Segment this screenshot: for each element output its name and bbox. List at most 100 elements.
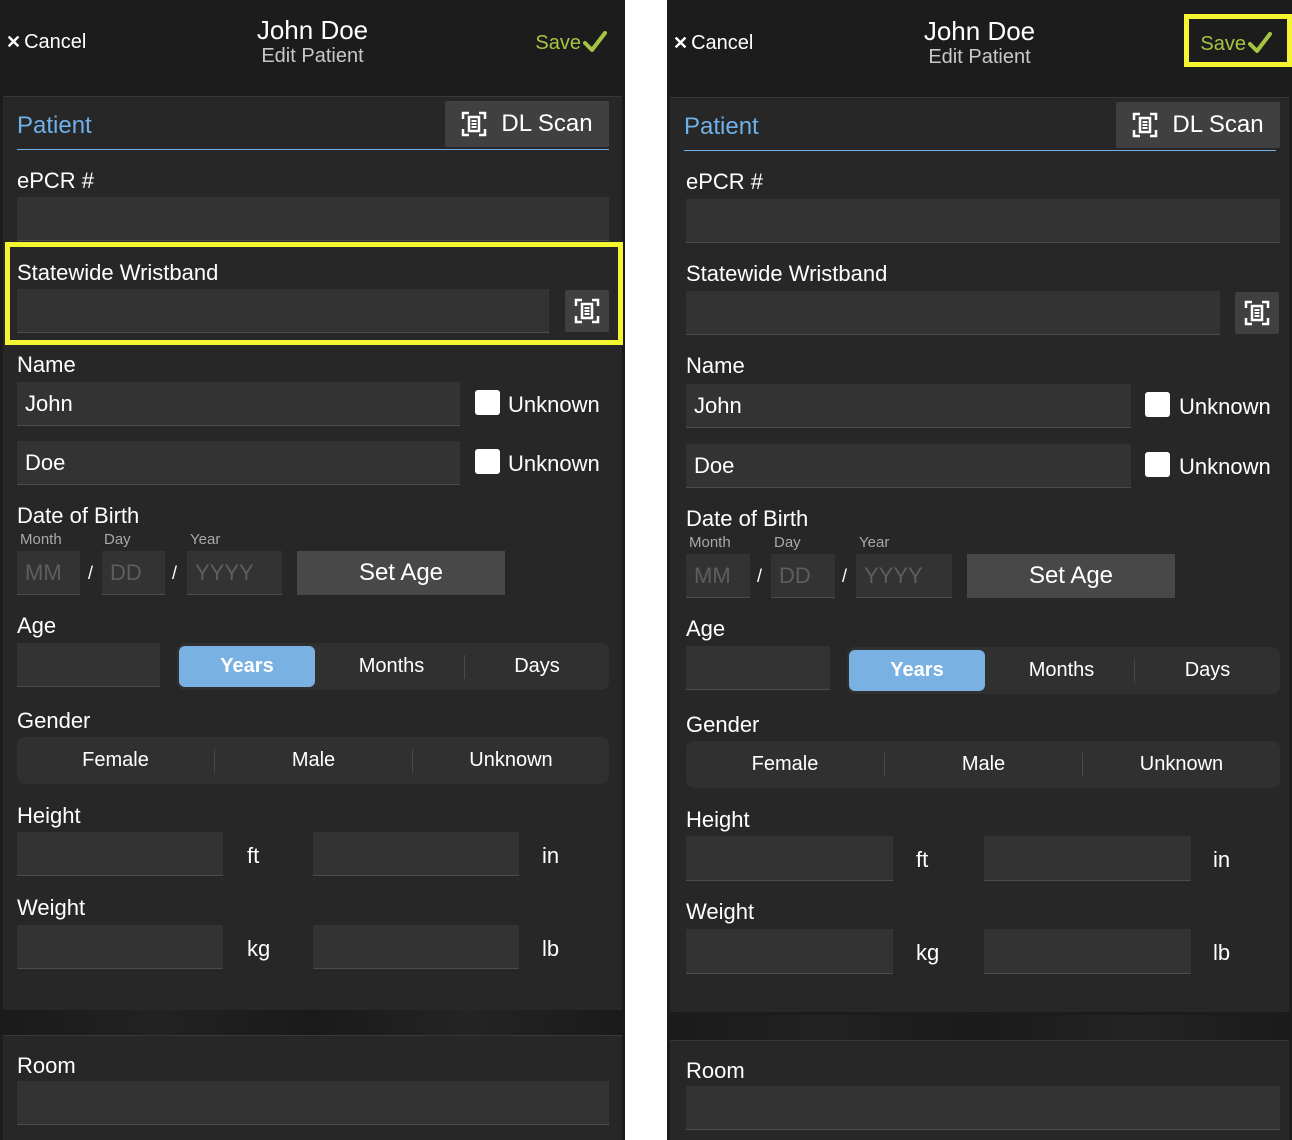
save-label: Save <box>1200 33 1246 55</box>
dob-day-label: Day <box>774 534 801 551</box>
gender-male[interactable]: Male <box>885 741 1082 788</box>
first-name-input[interactable]: John <box>17 382 460 426</box>
first-name-unknown-checkbox[interactable] <box>475 390 500 415</box>
first-name-input[interactable]: John <box>686 384 1131 428</box>
age-input[interactable] <box>686 646 830 690</box>
set-age-button[interactable]: Set Age <box>297 551 505 595</box>
age-unit-years[interactable]: Years <box>849 650 985 691</box>
weight-lb-unit: lb <box>542 936 560 961</box>
dob-day-input[interactable]: DD <box>102 551 165 595</box>
weight-kg-input[interactable] <box>686 929 893 974</box>
name-label: Name <box>17 352 76 377</box>
age-input[interactable] <box>17 643 160 687</box>
epcr-input[interactable] <box>686 199 1280 243</box>
dob-year-label: Year <box>190 531 221 548</box>
save-label: Save <box>535 32 581 54</box>
epcr-input[interactable] <box>17 197 609 241</box>
gender-segmented-control: Female Male Unknown <box>686 741 1280 788</box>
wristband-scan-button[interactable] <box>565 290 609 332</box>
height-label: Height <box>17 803 81 828</box>
height-ft-unit: ft <box>916 847 929 872</box>
dob-label: Date of Birth <box>686 506 809 531</box>
scan-icon <box>1244 300 1270 326</box>
last-name-unknown-checkbox[interactable] <box>475 449 500 474</box>
dl-scan-button[interactable]: DL Scan <box>445 101 609 147</box>
weight-label: Weight <box>686 899 755 924</box>
dob-month-placeholder: MM <box>25 559 62 585</box>
checkmark-icon <box>1248 32 1272 53</box>
save-button[interactable]: Save <box>535 31 607 55</box>
dob-year-label: Year <box>859 534 890 551</box>
last-name-input[interactable]: Doe <box>686 444 1131 488</box>
name-label: Name <box>686 353 745 378</box>
section-title: Patient <box>684 113 759 140</box>
epcr-label: ePCR # <box>17 168 95 193</box>
first-name-unknown-checkbox[interactable] <box>1145 392 1170 417</box>
last-name-value: Doe <box>694 452 735 478</box>
wristband-input[interactable] <box>17 289 549 333</box>
room-input[interactable] <box>686 1086 1280 1130</box>
dob-month-label: Month <box>20 531 62 548</box>
weight-kg-input[interactable] <box>17 925 223 969</box>
section-underline <box>684 150 1276 151</box>
dob-separator: / <box>172 563 178 583</box>
save-button[interactable]: Save <box>1200 32 1272 56</box>
age-unit-segmented-control: Years Months Days <box>177 643 609 690</box>
last-name-value: Doe <box>25 449 66 475</box>
height-in-input[interactable] <box>313 832 519 876</box>
age-unit-days[interactable]: Days <box>465 643 609 690</box>
height-ft-unit: ft <box>247 843 260 868</box>
dl-scan-button[interactable]: DL Scan <box>1116 102 1280 148</box>
epcr-label: ePCR # <box>686 169 764 194</box>
dob-year-input[interactable]: YYYY <box>187 551 282 595</box>
dob-day-label: Day <box>104 531 131 548</box>
wristband-label: Statewide Wristband <box>686 261 888 286</box>
height-in-unit: in <box>542 843 560 868</box>
weight-kg-unit: kg <box>247 936 271 961</box>
gender-male[interactable]: Male <box>215 737 412 784</box>
age-unit-days[interactable]: Days <box>1135 647 1280 694</box>
first-name-value: John <box>694 392 742 418</box>
page-title: John Doe <box>923 16 1036 46</box>
height-in-input[interactable] <box>984 836 1191 881</box>
last-name-unknown-checkbox[interactable] <box>1145 452 1170 477</box>
weight-lb-input[interactable] <box>984 929 1191 974</box>
age-unit-years[interactable]: Years <box>179 646 315 687</box>
first-name-unknown-label: Unknown <box>1179 394 1271 419</box>
gender-unknown[interactable]: Unknown <box>413 737 609 784</box>
dob-month-input[interactable]: MM <box>686 554 750 598</box>
scan-icon <box>574 298 600 324</box>
dob-separator: / <box>757 566 763 586</box>
dob-month-input[interactable]: MM <box>17 551 80 595</box>
gender-label: Gender <box>686 712 760 737</box>
age-unit-months[interactable]: Months <box>319 643 464 690</box>
height-ft-input[interactable] <box>17 832 223 876</box>
dob-separator: / <box>88 563 94 583</box>
section-underline <box>17 149 609 150</box>
scan-icon <box>1133 112 1158 138</box>
weight-lb-input[interactable] <box>313 925 519 969</box>
last-name-input[interactable]: Doe <box>17 441 460 485</box>
height-label: Height <box>686 807 750 832</box>
room-label: Room <box>686 1058 745 1083</box>
dob-label: Date of Birth <box>17 503 140 528</box>
height-ft-input[interactable] <box>686 836 893 881</box>
age-unit-months[interactable]: Months <box>989 647 1134 694</box>
last-name-unknown-label: Unknown <box>1179 454 1271 479</box>
gender-female[interactable]: Female <box>17 737 214 784</box>
nav-bar: ✕ Cancel John Doe Edit Patient Save <box>667 0 1292 73</box>
set-age-button[interactable]: Set Age <box>967 554 1175 598</box>
room-input[interactable] <box>17 1081 609 1125</box>
phone-screen-left: ✕ Cancel John Doe Edit Patient Save Patie… <box>0 0 625 1140</box>
dob-day-input[interactable]: DD <box>771 554 835 598</box>
gender-female[interactable]: Female <box>686 741 884 788</box>
weight-kg-unit: kg <box>916 940 940 965</box>
dob-year-input[interactable]: YYYY <box>856 554 952 598</box>
wristband-input[interactable] <box>686 291 1220 335</box>
dob-year-placeholder: YYYY <box>195 559 254 585</box>
gender-unknown[interactable]: Unknown <box>1083 741 1280 788</box>
dob-day-placeholder: DD <box>110 559 142 585</box>
weight-label: Weight <box>17 895 86 920</box>
dob-day-placeholder: DD <box>779 562 811 588</box>
wristband-scan-button[interactable] <box>1235 292 1279 334</box>
